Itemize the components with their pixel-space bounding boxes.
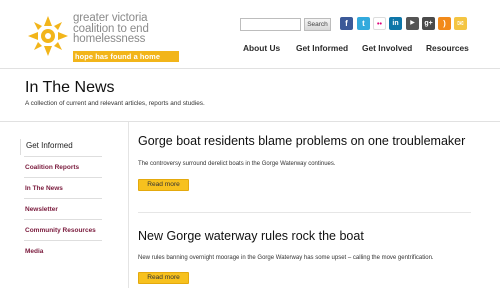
sidebar-title: Get Informed [20,139,102,155]
rss-icon[interactable]: ) [438,17,451,30]
sidebar-item-media[interactable]: Media [24,241,102,262]
sidebar-item-newsletter[interactable]: Newsletter [24,199,102,220]
article-summary: New rules banning overnight moorage in t… [138,255,434,261]
logo-wordmark: greater victoria coalition to end homele… [73,13,149,45]
sidebar-item-in-the-news[interactable]: In The News [24,178,102,199]
article-title[interactable]: New Gorge waterway rules rock the boat [138,229,364,243]
flickr-icon[interactable]: •• [373,17,386,30]
nav-about-us[interactable]: About Us [243,43,280,53]
article-title[interactable]: Gorge boat residents blame problems on o… [138,134,465,148]
article-divider [138,212,471,213]
site-logo[interactable]: greater victoria coalition to end homele… [26,13,196,65]
nav-resources[interactable]: Resources [426,43,469,53]
twitter-icon[interactable]: t [357,17,370,30]
search-input[interactable] [240,18,301,31]
logo-line-1: greater victoria [73,12,148,24]
page-subtitle: A collection of current and relevant art… [25,100,205,107]
googleplus-icon[interactable]: g+ [422,17,435,30]
sidebar-item-community-resources[interactable]: Community Resources [24,220,102,241]
sidebar-item-coalition-reports[interactable]: Coalition Reports [24,157,102,178]
nav-get-involved[interactable]: Get Involved [362,43,412,53]
search-button[interactable]: Search [304,18,331,31]
email-icon[interactable]: ✉ [454,17,467,30]
facebook-icon[interactable]: f [340,17,353,30]
read-more-button[interactable]: Read more [138,272,189,284]
linkedin-icon[interactable]: in [389,17,402,30]
nav-get-informed[interactable]: Get Informed [296,43,348,53]
content-separator [128,122,129,288]
article-summary: The controversy surround derelict boats … [138,161,336,167]
logo-mark-icon [28,16,68,56]
logo-tagline: hope has found a home [73,51,179,62]
page-title: In The News [25,79,115,96]
logo-line-3: homelessness [73,33,146,45]
youtube-icon[interactable]: ▶ [406,17,419,30]
read-more-button[interactable]: Read more [138,179,189,191]
